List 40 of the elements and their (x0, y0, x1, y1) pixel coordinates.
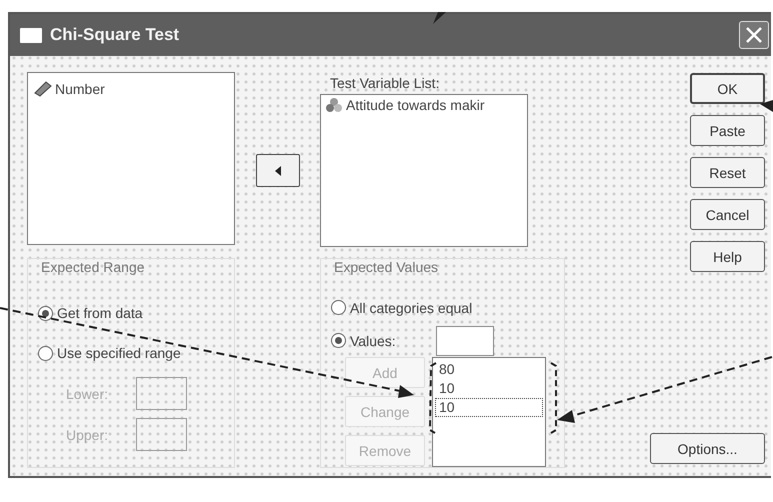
input-field[interactable] (136, 377, 187, 410)
dialog-button[interactable]: Help (690, 241, 765, 272)
dialog-button[interactable]: Paste (690, 115, 765, 146)
list-item[interactable]: 10 (435, 379, 543, 398)
values-list[interactable]: 80 10 10 (432, 357, 546, 467)
field-label: Lower: (66, 386, 110, 402)
list-label: Test Variable List: (330, 74, 440, 93)
value-input-field[interactable] (436, 326, 494, 356)
close-icon (744, 25, 764, 45)
circles-icon (325, 97, 343, 113)
radio-label: Use specified range (57, 345, 181, 361)
group-title: Expected Range (41, 259, 146, 277)
dialog-button[interactable]: OK (690, 73, 765, 104)
radio-button[interactable] (331, 300, 346, 315)
source-variable-list[interactable]: Number (27, 72, 235, 245)
window-icon (20, 28, 42, 42)
left-arrow-icon (274, 164, 282, 176)
dialog-button[interactable]: Reset (690, 157, 765, 188)
radio-label: Values: (350, 332, 396, 348)
move-button[interactable] (256, 154, 300, 187)
ruler-icon (34, 81, 52, 97)
input-field[interactable] (136, 418, 187, 451)
close-button[interactable] (739, 21, 769, 49)
options-button[interactable]: Options... (650, 433, 765, 464)
variable-item[interactable]: Number (34, 81, 228, 97)
radio-button[interactable] (331, 333, 346, 348)
list-item[interactable]: 80 (435, 360, 543, 379)
radio-label: All categories equal (350, 300, 472, 316)
group-title: Expected Values (334, 259, 440, 275)
radio-button[interactable] (38, 306, 53, 320)
window-title: Chi-Square Test (50, 25, 180, 45)
field-label: Upper: (66, 426, 110, 442)
test-variable-list[interactable]: Attitude towards makir (320, 94, 528, 247)
list-item[interactable]: 10 (435, 398, 543, 417)
radio-label: Get from data (57, 305, 143, 321)
arrowhead-icon (433, 12, 446, 24)
dialog-button[interactable]: Cancel (690, 199, 765, 230)
radio-button[interactable] (38, 346, 53, 360)
arrowhead-icon (760, 100, 773, 112)
variable-item[interactable]: Attitude towards makir (325, 97, 523, 113)
